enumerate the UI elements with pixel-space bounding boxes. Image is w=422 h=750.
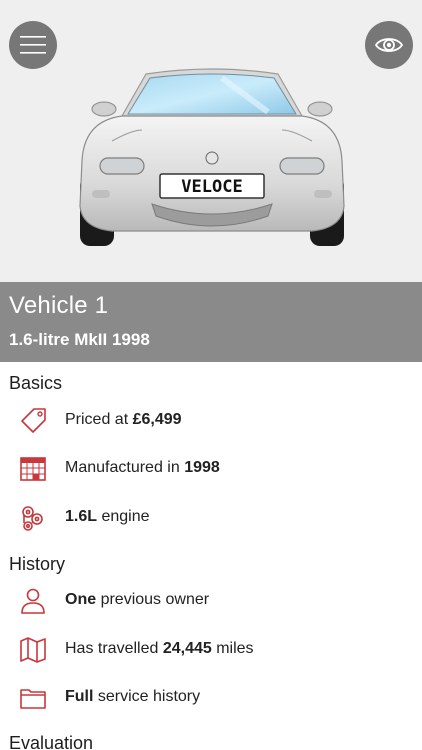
price-tag-icon <box>21 408 46 433</box>
vehicle-title-band: Vehicle 1 1.6-litre MkII 1998 <box>0 282 422 362</box>
section-title-basics: Basics <box>9 373 63 393</box>
section-title-evaluation: Evaluation <box>9 733 94 750</box>
list-item-service-history: Full service history <box>0 678 422 718</box>
hamburger-menu-icon <box>20 36 46 54</box>
calendar-icon <box>20 457 46 481</box>
engine-text: 1.6L engine <box>65 508 150 525</box>
vehicle-hero: VELOCE <box>0 0 422 282</box>
engine-size: 1.6L <box>65 508 98 525</box>
mileage-value: 24,445 <box>162 640 212 657</box>
service-history-text: Full service history <box>65 688 201 705</box>
service-history-value: Full <box>65 688 94 705</box>
owners-count: One <box>65 591 97 608</box>
person-icon <box>21 588 45 614</box>
manufactured-text: Manufactured in 1998 <box>65 459 220 476</box>
price-value: £6,499 <box>132 411 182 428</box>
manufactured-year: 1998 <box>184 459 220 476</box>
price-text: Priced at £6,499 <box>65 411 182 428</box>
number-plate-text: VELOCE <box>181 177 242 197</box>
owners-text: One previous owner <box>65 591 210 608</box>
section-title-history: History <box>9 554 66 574</box>
engine-icon <box>22 506 43 531</box>
folder-icon <box>20 689 46 709</box>
list-item-manufactured: Manufactured in 1998 <box>0 449 422 489</box>
eye-icon <box>375 38 403 52</box>
car-illustration: VELOCE <box>79 68 345 246</box>
list-item-mileage: Has travelled 24,445 miles <box>0 630 422 670</box>
view-toggle-button[interactable] <box>365 21 413 69</box>
list-item-price: Priced at £6,499 <box>0 401 422 441</box>
vehicle-name: Vehicle 1 <box>9 292 109 319</box>
mileage-text: Has travelled 24,445 miles <box>65 640 254 657</box>
list-item-engine: 1.6L engine <box>0 498 422 538</box>
list-item-owners: One previous owner <box>0 581 422 621</box>
map-icon <box>20 637 46 663</box>
vehicle-subtitle: 1.6-litre MkII 1998 <box>9 330 150 349</box>
menu-button[interactable] <box>9 21 57 69</box>
